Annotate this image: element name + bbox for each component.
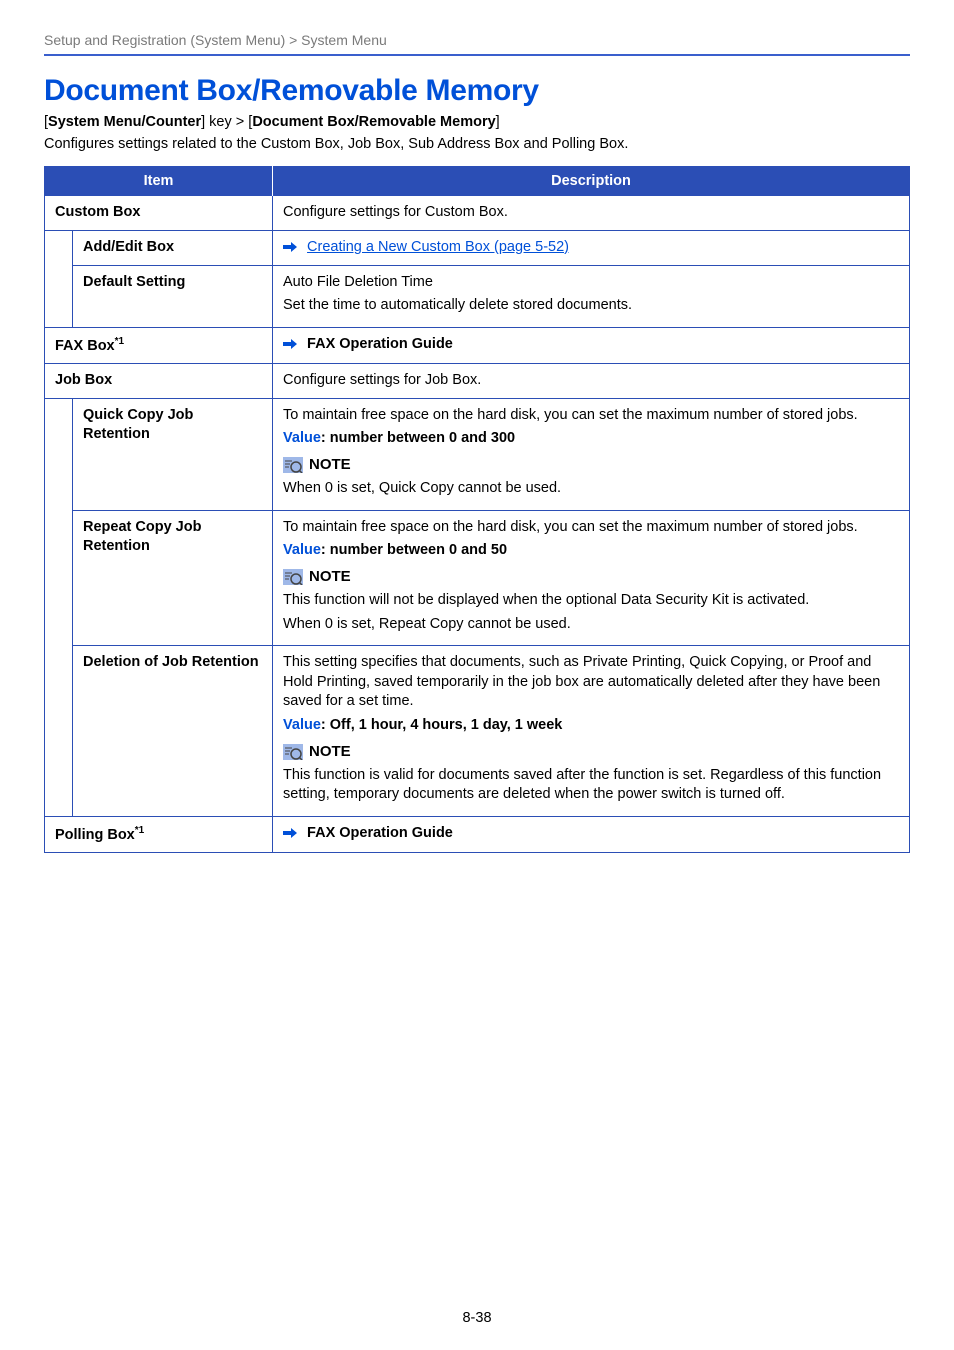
table-row: Custom Box Configure settings for Custom…	[45, 196, 910, 231]
item-polling-box: Polling Box*1	[45, 816, 273, 852]
note-icon	[283, 457, 303, 473]
item-repeat-copy: Repeat Copy Job Retention	[73, 510, 273, 646]
desc-default-setting: Auto File Deletion Time Set the time to …	[273, 265, 910, 327]
indent-spacer	[45, 398, 73, 816]
note-icon	[283, 744, 303, 760]
desc-deletion: This setting specifies that documents, s…	[273, 646, 910, 817]
item-deletion: Deletion of Job Retention	[73, 646, 273, 817]
table-row: Quick Copy Job Retention To maintain fre…	[45, 398, 910, 510]
page-title: Document Box/Removable Memory	[44, 74, 910, 108]
desc-polling-box: FAX Operation Guide	[273, 816, 910, 852]
item-job-box: Job Box	[45, 364, 273, 399]
arrow-right-icon	[283, 242, 297, 252]
desc-quick-copy: To maintain free space on the hard disk,…	[273, 398, 910, 510]
desc-job-box: Configure settings for Job Box.	[273, 364, 910, 399]
table-row: Default Setting Auto File Deletion Time …	[45, 265, 910, 327]
header-rule	[44, 54, 910, 56]
desc-repeat-copy: To maintain free space on the hard disk,…	[273, 510, 910, 646]
table-row: Repeat Copy Job Retention To maintain fr…	[45, 510, 910, 646]
table-row: Job Box Configure settings for Job Box.	[45, 364, 910, 399]
item-add-edit-box: Add/Edit Box	[73, 230, 273, 265]
settings-table: Item Description Custom Box Configure se…	[44, 166, 910, 853]
table-row: FAX Box*1 FAX Operation Guide	[45, 327, 910, 363]
table-row: Add/Edit Box Creating a New Custom Box (…	[45, 230, 910, 265]
desc-add-edit-box: Creating a New Custom Box (page 5-52)	[273, 230, 910, 265]
breadcrumb: Setup and Registration (System Menu) > S…	[44, 32, 910, 54]
table-row: Polling Box*1 FAX Operation Guide	[45, 816, 910, 852]
col-header-item: Item	[45, 167, 273, 196]
page-number: 8-38	[0, 1310, 954, 1326]
note-icon	[283, 569, 303, 585]
desc-custom-box: Configure settings for Custom Box.	[273, 196, 910, 231]
nav-path: [System Menu/Counter] key > [Document Bo…	[44, 114, 910, 130]
intro-text: Configures settings related to the Custo…	[44, 136, 910, 152]
table-row: Deletion of Job Retention This setting s…	[45, 646, 910, 817]
link-new-custom-box[interactable]: Creating a New Custom Box (page 5-52)	[307, 239, 569, 255]
item-fax-box: FAX Box*1	[45, 327, 273, 363]
col-header-desc: Description	[273, 167, 910, 196]
item-custom-box: Custom Box	[45, 196, 273, 231]
arrow-right-icon	[283, 339, 297, 349]
arrow-right-icon	[283, 828, 297, 838]
item-quick-copy: Quick Copy Job Retention	[73, 398, 273, 510]
item-default-setting: Default Setting	[73, 265, 273, 327]
indent-spacer	[45, 230, 73, 327]
desc-fax-box: FAX Operation Guide	[273, 327, 910, 363]
